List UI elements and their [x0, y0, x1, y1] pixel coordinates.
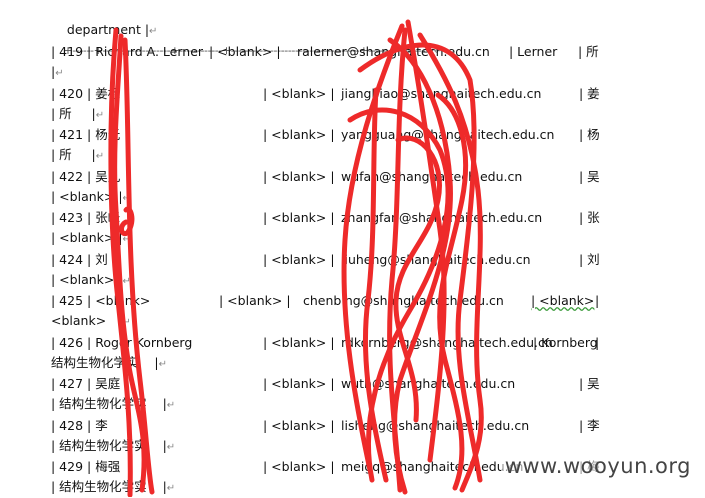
- row-surname: | 吴: [579, 168, 600, 184]
- table-separator: +------+-------------------+------------…: [51, 24, 442, 57]
- table-row: | 428 | 李 | <blank> | lisheng@shanghaitech…: [51, 417, 691, 435]
- row-surname: | 姜: [579, 85, 600, 101]
- row-blank-field: | <blank> |: [219, 293, 291, 308]
- paragraph-mark-icon: ↵: [158, 358, 167, 370]
- row-department-continued: | 结构生物化学实 |: [51, 479, 167, 494]
- table-row: | 425 | <blank> | <blank> | chenbing@shang…: [51, 292, 691, 310]
- row-surname: | Lerner: [509, 44, 558, 59]
- table-row: | 421 | 杨光 | <blank> | yangguang@shanghait…: [51, 126, 691, 144]
- header-line: department |↵: [51, 3, 158, 37]
- table-row-continuation: | <blank> |↵: [51, 271, 131, 289]
- row-email: chenbing@shanghaitech.edu.cn: [303, 293, 504, 308]
- paragraph-mark-icon: ↵: [122, 317, 131, 328]
- row-surname: | 张: [579, 210, 600, 225]
- row-id-name: | 423 | 张峰: [51, 210, 121, 225]
- row-id-name: | 419 | Richard A. Lerner: [51, 44, 204, 59]
- row-surname: | <blank>: [531, 293, 595, 308]
- row-blank-field: | <blank> |: [263, 251, 335, 267]
- table-row: | 420 | 姜标 | <blank> | jiangbiao@shanghait…: [51, 85, 691, 103]
- table-row-continuation: | 结构生物化学实 |↵: [51, 478, 175, 496]
- row-email: jiangbiao@shanghaitech.edu.cn: [341, 85, 542, 101]
- row-department-continued: 结构生物化学实 |: [51, 354, 159, 370]
- row-email: rdkornberg@shanghaitech.edu.cn: [341, 334, 553, 350]
- table-row-continuation: 结构生物化学实 |↵: [51, 354, 167, 372]
- document-body: department |↵ +------+------------------…: [51, 0, 691, 494]
- row-department-continued: | <blank> |: [51, 271, 123, 287]
- row-id-name: | 421 | 杨光: [51, 127, 121, 142]
- row-blank-field: | <blank> |: [263, 459, 335, 474]
- row-id-name: | 420 | 姜标: [51, 85, 121, 101]
- row-id-name: | 422 | 吴凡: [51, 168, 121, 184]
- row-department-continued: <blank> |: [51, 313, 123, 328]
- row-blank-field: | <blank> |: [263, 168, 335, 184]
- row-id-name: | 429 | 梅强: [51, 459, 121, 474]
- table-row-continuation: | <blank> |↵: [51, 188, 131, 206]
- paragraph-mark-icon: ↵: [166, 400, 176, 411]
- row-surname: | 杨: [579, 127, 600, 142]
- table-row-continuation: | 结构生物化学实 |↵: [51, 395, 175, 413]
- row-surname: | 刘: [579, 251, 600, 267]
- row-blank-field: | <blank> |: [209, 44, 281, 59]
- row-surname: | 李: [579, 417, 600, 433]
- row-blank-field: | <blank> |: [263, 334, 335, 350]
- row-department-continued: | <blank> |: [51, 230, 123, 245]
- row-blank-field: | <blank> |: [263, 417, 335, 433]
- row-department: |: [595, 293, 600, 308]
- table-row: | 424 | 刘 | <blank> | liuheng@shanghaitech…: [51, 251, 691, 269]
- row-department: |: [595, 334, 600, 350]
- row-blank-field: | <blank> |: [263, 210, 335, 225]
- row-email: lisheng@shanghaitech.edu.cn: [341, 417, 530, 433]
- row-surname: | Kornberg: [533, 334, 598, 350]
- table-row-continuation: | <blank> |↵: [51, 229, 131, 247]
- row-email: wufan@shanghaitech.edu.cn: [341, 168, 523, 184]
- table-row: | 423 | 张峰 | <blank> | zhangfan@shanghaite…: [51, 209, 691, 227]
- paragraph-mark-icon: ↵: [95, 109, 105, 121]
- row-id-name: | 428 | 李: [51, 417, 108, 433]
- row-blank-field: | <blank> |: [263, 85, 335, 101]
- row-id-name: | 427 | 吴庭: [51, 376, 121, 391]
- paragraph-mark-icon: ↵: [122, 192, 131, 204]
- row-department-continued: | 所 |: [51, 147, 96, 162]
- row-id-name: | 424 | 刘: [51, 251, 108, 267]
- row-department: | 所: [578, 44, 599, 59]
- paragraph-mark-icon: ↵: [122, 275, 131, 287]
- row-surname: | 吴: [579, 376, 600, 391]
- table-row-continuation: | 所 |↵: [51, 146, 104, 164]
- watermark: www.wooyun.org: [500, 454, 695, 478]
- table-row: | 426 | Roger Kornberg | <blank> | rdkornb…: [51, 334, 691, 352]
- row-email: ralerner@shanghaitech.edu.cn: [297, 44, 490, 59]
- table-row: | 422 | 吴凡 | <blank> | wufan@shanghaitech.…: [51, 168, 691, 186]
- row-department-continued: | 结构生物化学实 |: [51, 396, 167, 411]
- row-department-continued: | 结构生物化学实 |: [51, 437, 167, 453]
- table-row-continuation: | 结构生物化学实 |↵: [51, 437, 175, 455]
- row-email: liuheng@shanghaitech.edu.cn: [341, 251, 531, 267]
- paragraph-mark-icon: ↵: [55, 68, 64, 79]
- row-email: yangguang@shanghaitech.edu.cn: [341, 127, 555, 142]
- row-id-name: | 425 | <blank>: [51, 293, 151, 308]
- paragraph-mark-icon: ↵: [95, 151, 105, 162]
- table-row: | 427 | 吴庭 | <blank> | wuth@shanghaitech.e…: [51, 375, 691, 393]
- paragraph-mark-icon: ↵: [166, 441, 176, 453]
- row-id-name: | 426 | Roger Kornberg: [51, 334, 193, 350]
- row-email: meigq@shanghaitech.edu.cn: [341, 459, 524, 474]
- row-department-continued: | 所 |: [51, 105, 96, 121]
- row-department-continued: | <blank> |: [51, 188, 123, 204]
- table-row: | 419 | Richard A. Lerner | <blank> | rale…: [51, 43, 691, 61]
- row-blank-field: | <blank> |: [263, 376, 335, 391]
- table-row-continuation: | 所 |↵: [51, 105, 104, 123]
- row-email: wuth@shanghaitech.edu.cn: [341, 376, 516, 391]
- table-row-continuation: <blank> |↵: [51, 312, 131, 330]
- paragraph-mark-icon: ↵: [122, 234, 131, 245]
- table-row-continuation: |↵: [51, 63, 64, 81]
- paragraph-mark-icon: ↵: [166, 483, 176, 494]
- row-email: zhangfan@shanghaitech.edu.cn: [341, 210, 543, 225]
- row-blank-field: | <blank> |: [263, 127, 335, 142]
